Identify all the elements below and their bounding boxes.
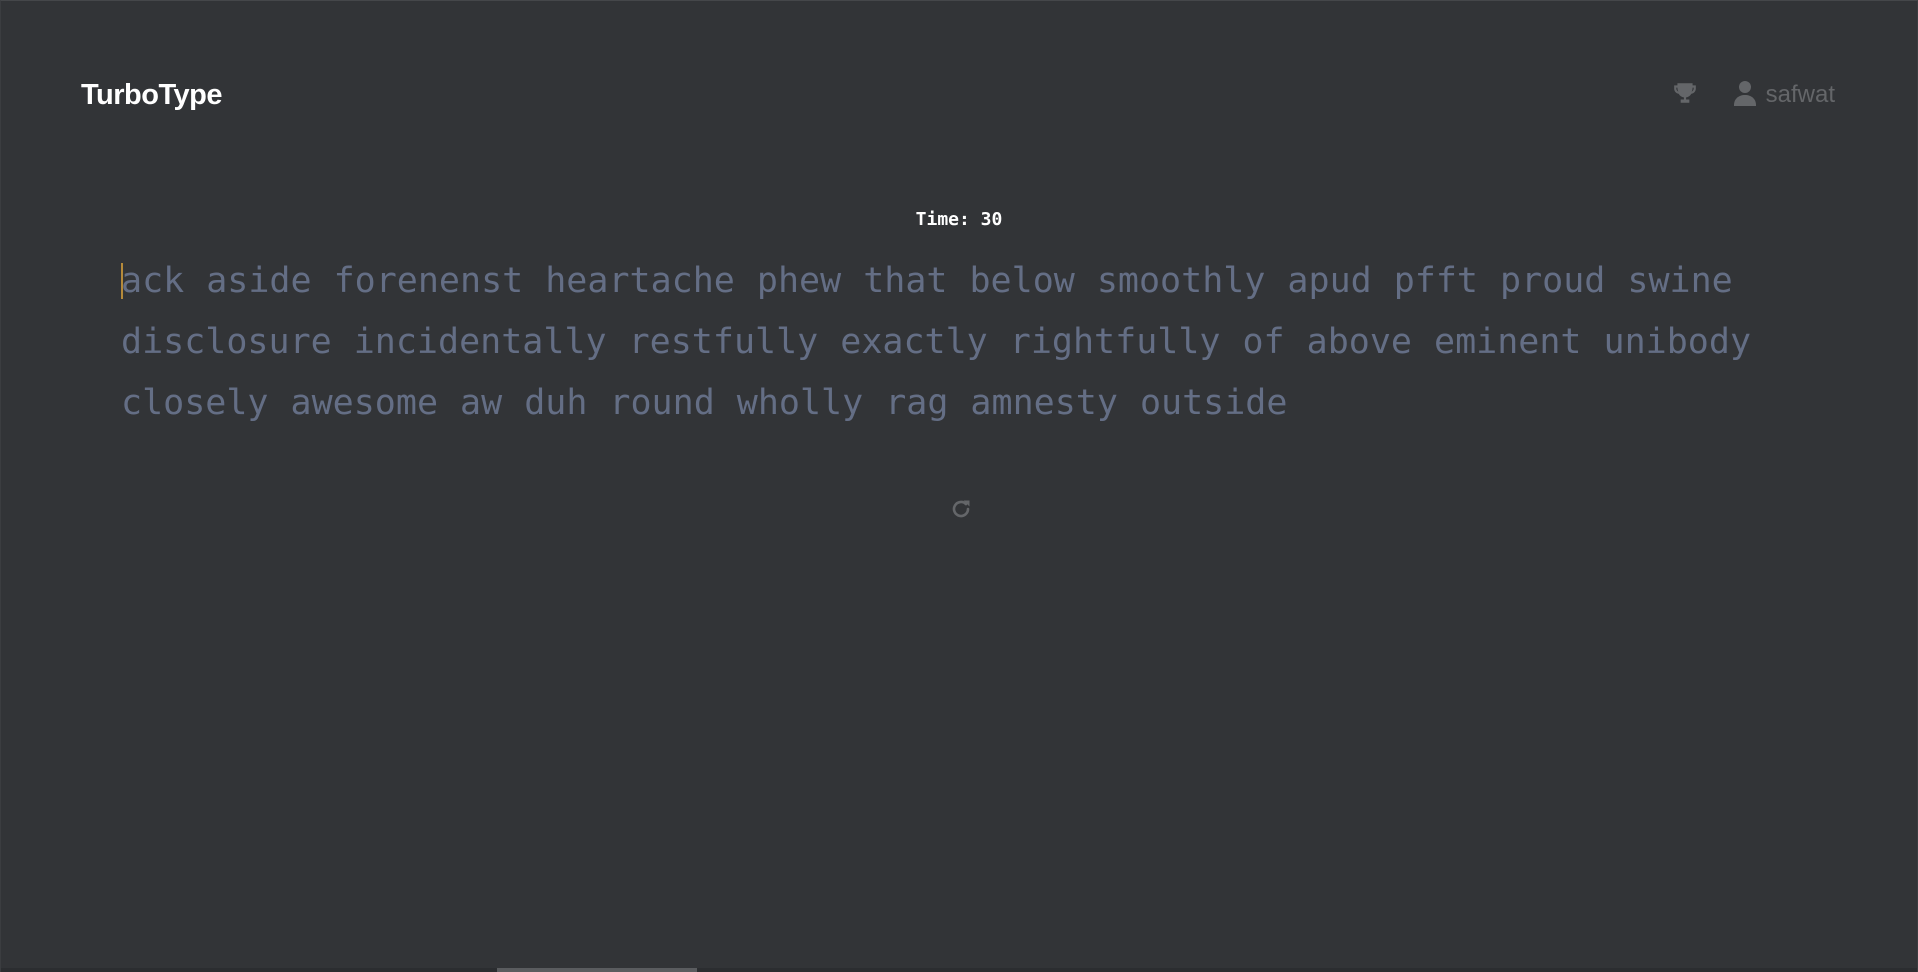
user-icon [1733,80,1756,111]
word: duh [524,383,588,423]
word: phew [756,261,842,301]
word: of [1242,322,1285,362]
app-logo[interactable]: TurboType [81,79,223,112]
word: restfully [628,322,819,362]
word: eminent [1434,322,1582,362]
word: incidentally [353,322,607,362]
word: smoothly [1096,261,1266,301]
word: aside [206,261,312,301]
word: outside [1139,383,1288,423]
word: rag [885,383,949,423]
word: below [969,261,1075,301]
word: rightfully [1009,322,1221,362]
word: forenenst [333,261,524,301]
word: swine [1627,261,1733,301]
word: pfft [1393,261,1479,301]
word: aw [460,383,503,423]
words-area[interactable]: ack aside forenenst heartache phew that below s… [121,251,1821,434]
word: above [1306,322,1412,362]
typing-test-page: TurboType safwat Time: 30 ack aside fore… [0,0,1918,972]
timer: Time: 30 [915,209,1003,230]
word: amnesty [970,383,1118,423]
top-bar: TurboType safwat [81,73,1837,117]
word: exactly [840,322,988,362]
word: proud [1500,261,1606,301]
word: awesome [290,383,439,423]
word: heartache [545,261,735,301]
restart-button[interactable] [946,496,976,526]
restart-icon [949,497,973,526]
horizontal-scrollbar[interactable] [1,968,1917,972]
word: apud [1287,261,1372,301]
text-caret [121,263,123,299]
word: wholly [736,383,864,423]
scrollbar-thumb[interactable] [497,968,697,972]
word: disclosure [121,322,332,362]
header-actions: safwat [1672,80,1835,111]
word: ack [121,261,185,301]
leaderboard-button[interactable] [1672,80,1698,111]
word: that [863,261,948,301]
word: unibody [1603,322,1752,362]
user-menu[interactable]: safwat [1733,80,1835,111]
word: round [609,383,715,423]
word: closely [121,383,269,423]
trophy-icon [1672,80,1698,111]
username: safwat [1765,81,1835,108]
